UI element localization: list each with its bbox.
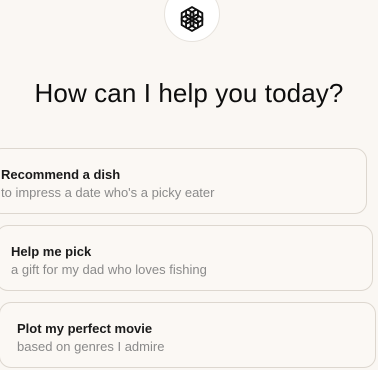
openai-logo-icon: [180, 6, 204, 32]
suggestion-card-help-me-pick[interactable]: Help me pick a gift for my dad who loves…: [0, 225, 373, 291]
suggestion-card-plot-movie[interactable]: Plot my perfect movie based on genres I …: [0, 302, 376, 368]
suggestion-title: Plot my perfect movie: [17, 321, 153, 336]
page-title: How can I help you today?: [34, 78, 344, 108]
logo-badge: [164, 0, 220, 42]
suggestion-subtitle: based on genres I admire: [17, 339, 165, 354]
suggestion-subtitle: to impress a date who's a picky eater: [1, 185, 215, 200]
suggestion-card-recommend-dish[interactable]: Recommend a dish to impress a date who's…: [0, 148, 367, 214]
suggestion-title: Help me pick: [11, 244, 92, 259]
suggestion-title: Recommend a dish: [1, 167, 121, 182]
suggestion-subtitle: a gift for my dad who loves fishing: [11, 262, 207, 277]
